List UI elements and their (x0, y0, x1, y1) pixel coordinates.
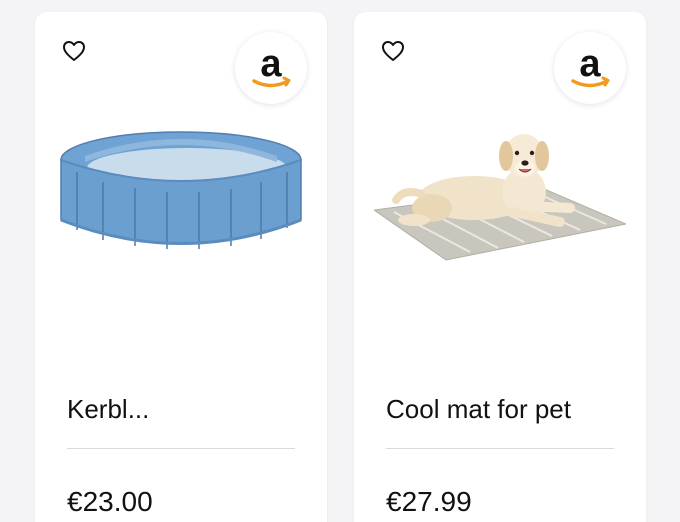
amazon-logo-icon: a (252, 43, 291, 88)
divider (67, 448, 295, 449)
amazon-logo-letter: a (260, 43, 282, 85)
dog-on-cooling-mat-image (374, 134, 626, 261)
amazon-store-badge[interactable]: a (554, 32, 626, 104)
product-price: €23.00 (67, 486, 153, 517)
product-price: €27.99 (386, 486, 472, 517)
blue-pet-pool-image (60, 131, 302, 249)
amazon-logo-letter: a (579, 43, 601, 85)
heart-outline-icon (382, 41, 404, 61)
amazon-store-badge[interactable]: a (235, 32, 307, 104)
heart-outline-icon (63, 41, 85, 61)
divider (386, 448, 614, 449)
product-card[interactable]: a (354, 12, 646, 522)
amazon-logo-icon: a (571, 43, 610, 88)
product-card[interactable]: a (35, 12, 327, 522)
product-title[interactable]: Cool mat for pet (386, 394, 571, 425)
favorite-button[interactable] (61, 38, 87, 64)
favorite-button[interactable] (380, 38, 406, 64)
product-grid: a Kerbl... €23.00 a Cool mat for pet €27… (0, 0, 680, 522)
product-title[interactable]: Kerbl... (67, 394, 149, 425)
